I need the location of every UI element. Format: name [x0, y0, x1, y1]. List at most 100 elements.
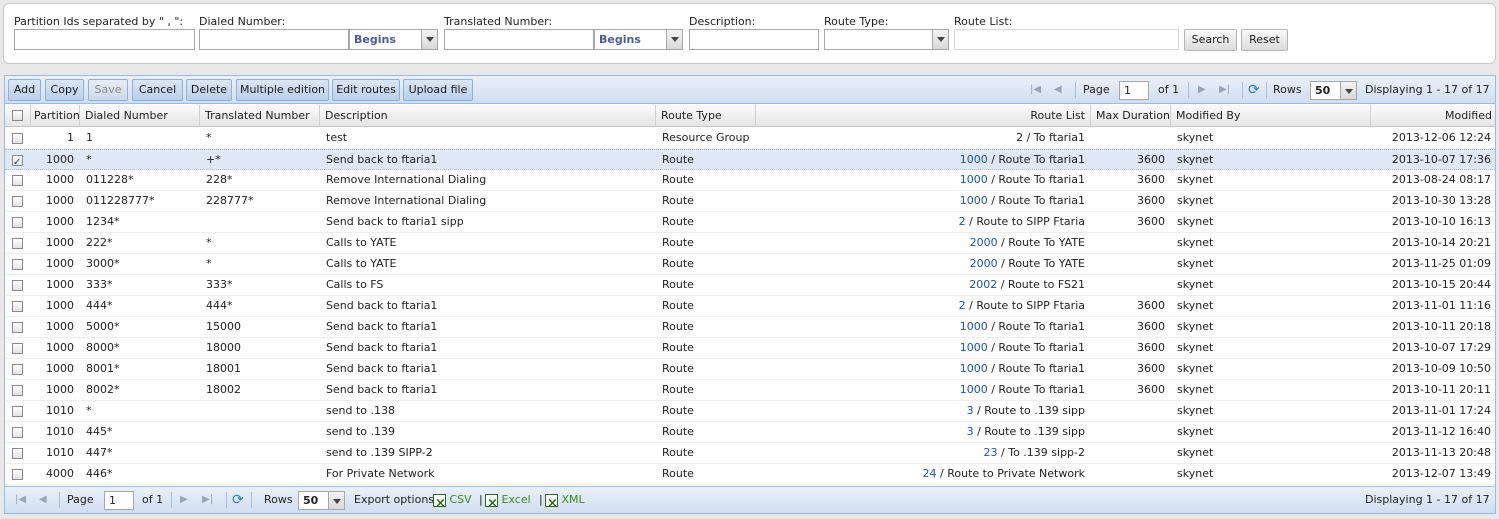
- cell-select[interactable]: [5, 443, 31, 463]
- col-description[interactable]: Description: [320, 105, 656, 127]
- table-row[interactable]: 1000 3000* * Calls to YATE Route 2000 / Route…: [5, 254, 1495, 275]
- row-checkbox[interactable]: [12, 406, 23, 417]
- page-input[interactable]: 1: [1119, 81, 1149, 100]
- cell-select[interactable]: [5, 128, 31, 148]
- table-row[interactable]: 1010 445* send to .139 Route 3 / Route to .1…: [5, 422, 1495, 443]
- route-list-link[interactable]: 3: [967, 404, 974, 417]
- last-page-icon[interactable]: ▶|: [1219, 76, 1230, 104]
- route-type-select[interactable]: [824, 29, 949, 50]
- cell-select[interactable]: [5, 317, 31, 337]
- table-row[interactable]: 1000 1234* Send back to ftaria1 sipp Route 2…: [5, 212, 1495, 233]
- cell-select[interactable]: [5, 296, 31, 316]
- partition-input[interactable]: [14, 29, 195, 50]
- route-list-link[interactable]: 1000: [960, 173, 988, 186]
- route-list-input[interactable]: [954, 29, 1179, 50]
- col-max-duration[interactable]: Max Duration: [1091, 105, 1171, 127]
- cell-select[interactable]: [5, 275, 31, 295]
- reset-button[interactable]: Reset: [1241, 29, 1288, 51]
- export-csv[interactable]: CSV: [433, 487, 472, 517]
- route-list-link[interactable]: 2000: [970, 257, 998, 270]
- table-row[interactable]: 1000 222* * Calls to YATE Route 2000 / Route …: [5, 233, 1495, 254]
- row-checkbox[interactable]: [12, 301, 23, 312]
- row-checkbox[interactable]: [12, 238, 23, 249]
- route-list-link[interactable]: 1000: [960, 153, 988, 166]
- select-all-checkbox[interactable]: [12, 110, 23, 121]
- route-list-link[interactable]: 2002: [969, 278, 997, 291]
- col-modified[interactable]: Modified: [1371, 105, 1497, 127]
- cell-select[interactable]: [5, 464, 31, 484]
- prev-page-icon[interactable]: ◀: [1054, 76, 1062, 104]
- row-checkbox[interactable]: [12, 343, 23, 354]
- cell-select[interactable]: [5, 338, 31, 358]
- route-list-link[interactable]: 1000: [960, 194, 988, 207]
- route-list-link[interactable]: 24: [923, 467, 937, 480]
- row-checkbox[interactable]: [12, 385, 23, 396]
- row-checkbox[interactable]: [12, 133, 23, 144]
- row-checkbox[interactable]: [12, 427, 23, 438]
- chevron-down-icon[interactable]: [932, 30, 948, 49]
- cell-select[interactable]: [5, 422, 31, 442]
- refresh-icon[interactable]: ⟳: [232, 487, 244, 513]
- cell-select[interactable]: [5, 191, 31, 211]
- chevron-down-icon[interactable]: [328, 492, 344, 509]
- table-row[interactable]: 4000 446* For Private Network Route 24 / Rou…: [5, 464, 1495, 485]
- cell-select[interactable]: [5, 150, 31, 170]
- table-row[interactable]: 1 1 * test Resource Group 2 / To ftaria1 skyne…: [5, 128, 1495, 149]
- delete-button[interactable]: Delete: [186, 79, 232, 101]
- cell-select[interactable]: [5, 254, 31, 274]
- row-checkbox[interactable]: [12, 364, 23, 375]
- row-checkbox[interactable]: [12, 280, 23, 291]
- route-list-link[interactable]: 1000: [960, 383, 988, 396]
- row-checkbox[interactable]: [12, 175, 23, 186]
- row-checkbox[interactable]: [12, 322, 23, 333]
- save-button[interactable]: Save: [88, 79, 128, 101]
- rows-select[interactable]: 50: [1310, 81, 1357, 100]
- table-row[interactable]: 1000 5000* 15000 Send back to ftaria1 Route 1…: [5, 317, 1495, 338]
- copy-button[interactable]: Copy: [45, 79, 84, 101]
- table-row[interactable]: 1010 447* send to .139 SIPP-2 Route 23 / To …: [5, 443, 1495, 464]
- row-checkbox[interactable]: [12, 469, 23, 480]
- cell-select[interactable]: [5, 212, 31, 232]
- row-checkbox[interactable]: [12, 259, 23, 270]
- last-page-icon[interactable]: ▶|: [202, 487, 213, 513]
- multiple-edition-button[interactable]: Multiple edition: [236, 79, 329, 101]
- col-translated-number[interactable]: Translated Number: [200, 105, 320, 127]
- upload-file-button[interactable]: Upload file: [403, 79, 473, 101]
- translated-input[interactable]: [444, 29, 594, 50]
- col-modified-by[interactable]: Modified By: [1171, 105, 1371, 127]
- table-row[interactable]: 1000 444* 444* Send back to ftaria1 Route 2 /…: [5, 296, 1495, 317]
- route-list-link[interactable]: 1000: [960, 341, 988, 354]
- col-route-type[interactable]: Route Type: [656, 105, 756, 127]
- next-page-icon[interactable]: ▶: [1198, 76, 1206, 104]
- translated-mode-select[interactable]: Begins: [594, 29, 683, 50]
- table-row[interactable]: 1000 8001* 18001 Send back to ftaria1 Route 1…: [5, 359, 1495, 380]
- chevron-down-icon[interactable]: [666, 30, 682, 49]
- edit-routes-button[interactable]: Edit routes: [332, 79, 400, 101]
- cell-select[interactable]: [5, 233, 31, 253]
- route-list-link[interactable]: 2000: [970, 236, 998, 249]
- add-button[interactable]: Add: [8, 79, 41, 101]
- route-list-link[interactable]: 23: [984, 446, 998, 459]
- cell-select[interactable]: [5, 401, 31, 421]
- prev-page-icon[interactable]: ◀: [39, 487, 47, 513]
- dialed-mode-select[interactable]: Begins: [349, 29, 438, 50]
- row-checkbox[interactable]: [12, 217, 23, 228]
- row-checkbox[interactable]: [12, 448, 23, 459]
- cell-select[interactable]: [5, 380, 31, 400]
- table-row[interactable]: 1000 8002* 18002 Send back to ftaria1 Route 1…: [5, 380, 1495, 401]
- route-list-link[interactable]: 3: [967, 425, 974, 438]
- search-button[interactable]: Search: [1184, 29, 1237, 51]
- row-checkbox[interactable]: [12, 153, 23, 170]
- export-excel[interactable]: Excel: [485, 487, 531, 517]
- route-list-link[interactable]: 2: [959, 215, 966, 228]
- first-page-icon[interactable]: |◀: [15, 487, 26, 513]
- description-input[interactable]: [689, 29, 819, 50]
- table-row[interactable]: 1000 011228777* 228777* Remove Internationa…: [5, 191, 1495, 212]
- route-list-link[interactable]: 2: [959, 299, 966, 312]
- table-row[interactable]: 1000 333* 333* Calls to FS Route 2002 / Route…: [5, 275, 1495, 296]
- cancel-button[interactable]: Cancel: [132, 79, 183, 101]
- col-partition[interactable]: Partition: [31, 105, 80, 127]
- col-route-list[interactable]: Route List: [756, 105, 1091, 127]
- chevron-down-icon[interactable]: [421, 30, 437, 49]
- table-row[interactable]: 1010 * send to .138 Route 3 / Route to .139 …: [5, 401, 1495, 422]
